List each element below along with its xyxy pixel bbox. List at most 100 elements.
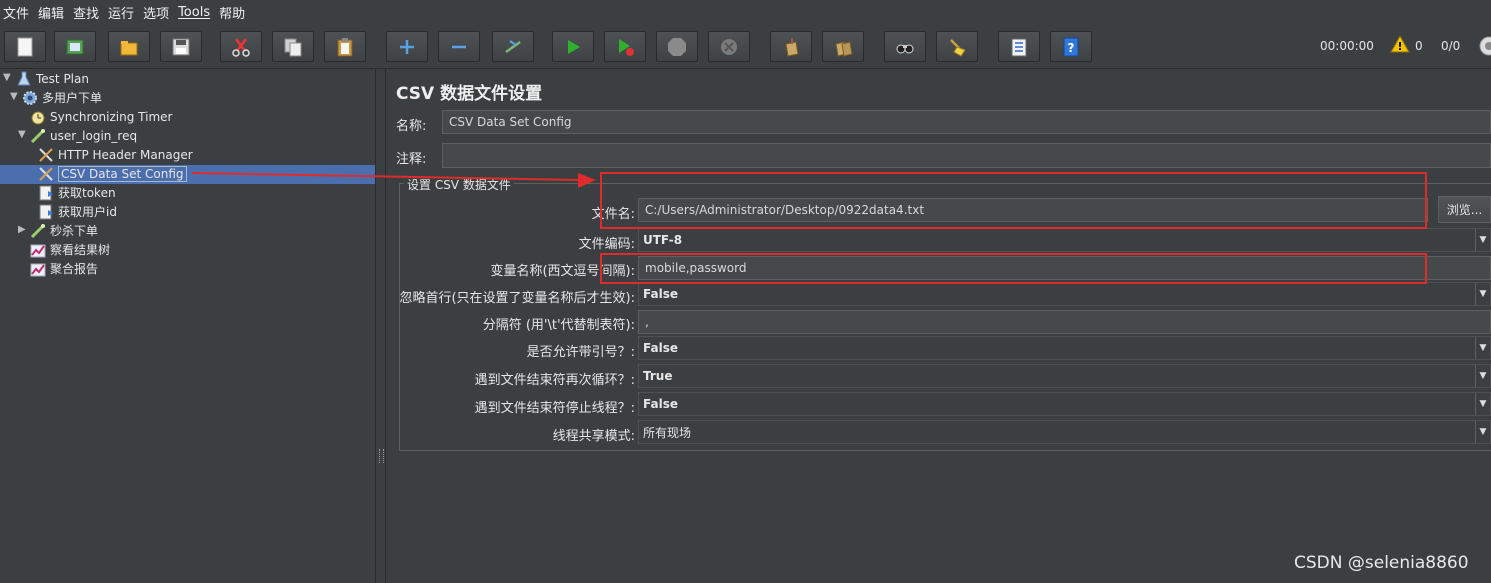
tree-node-http-header-manager[interactable]: HTTP Header Manager xyxy=(38,145,193,164)
cut-button[interactable] xyxy=(220,31,262,62)
warning-icon[interactable]: ! xyxy=(1390,34,1410,56)
sharing-mode-value: 所有现场 xyxy=(643,425,692,440)
chevron-down-icon[interactable]: ▼ xyxy=(1475,337,1490,359)
expand-icon xyxy=(400,39,414,54)
tree-expander[interactable]: ▼ xyxy=(3,72,11,83)
browse-button[interactable]: 浏览... xyxy=(1438,196,1491,223)
stop-button[interactable] xyxy=(656,31,698,62)
start-no-pause-icon xyxy=(619,38,634,56)
clear-all-button[interactable] xyxy=(822,31,864,62)
tree-node-user-login-req[interactable]: user_login_req xyxy=(30,126,137,145)
ignore-first-line-select[interactable]: False ▼ xyxy=(638,282,1491,306)
tree-node-synchronizing-timer[interactable]: Synchronizing Timer xyxy=(30,107,172,126)
clear-button[interactable] xyxy=(770,31,812,62)
tree-node-seckill-order[interactable]: 秒杀下单 xyxy=(30,221,98,240)
allow-quoted-select[interactable]: False ▼ xyxy=(638,336,1491,360)
tree-node-aggregate-report[interactable]: 聚合报告 xyxy=(30,259,98,278)
toolbar: ? 00:00:00 ! 0 0/0 xyxy=(0,24,1491,69)
menu-edit[interactable]: 编辑 xyxy=(35,3,70,22)
chevron-down-icon[interactable]: ▼ xyxy=(1475,393,1490,415)
name-field[interactable]: CSV Data Set Config xyxy=(442,110,1491,134)
delimiter-field[interactable]: , xyxy=(638,310,1491,334)
stop-thread-eof-select[interactable]: False ▼ xyxy=(638,392,1491,416)
toggle-icon xyxy=(505,39,521,53)
ignore-first-line-label: 忽略首行(只在设置了变量名称后才生效): xyxy=(399,291,635,306)
chevron-down-icon[interactable]: ▼ xyxy=(1475,283,1490,305)
tree-expander[interactable]: ▼ xyxy=(10,91,18,102)
sharing-mode-select[interactable]: 所有现场 ▼ xyxy=(638,420,1491,444)
save-button[interactable] xyxy=(160,31,202,62)
timer-icon xyxy=(30,109,46,125)
tree-node-thread-group[interactable]: 多用户下单 xyxy=(22,88,102,107)
tree-node-test-plan[interactable]: Test Plan xyxy=(16,69,89,88)
tree-node-label: 多用户下单 xyxy=(42,91,103,105)
stop-thread-eof-label: 遇到文件结束符停止线程？: xyxy=(474,401,635,416)
sampler-icon xyxy=(30,128,46,144)
shutdown-button[interactable] xyxy=(708,31,750,62)
tree-expander[interactable]: ▶ xyxy=(18,224,26,235)
stop-thread-eof-value: False xyxy=(643,397,678,411)
collapse-icon xyxy=(452,45,466,48)
copy-button[interactable] xyxy=(272,31,314,62)
templates-button[interactable] xyxy=(54,31,96,62)
open-button[interactable] xyxy=(108,31,150,62)
recycle-eof-label: 遇到文件结束符再次循环？: xyxy=(474,373,635,388)
allow-quoted-label: 是否允许带引号？: xyxy=(526,345,635,360)
ignore-first-line-value: False xyxy=(643,287,678,301)
recycle-eof-select[interactable]: True ▼ xyxy=(638,364,1491,388)
chevron-down-icon[interactable]: ▼ xyxy=(1475,229,1490,251)
group-title: 设置 CSV 数据文件 xyxy=(404,176,514,193)
menu-run[interactable]: 运行 xyxy=(105,3,140,22)
tree-node-get-token[interactable]: 获取token xyxy=(38,183,116,202)
panel-title: CSV 数据文件设置 xyxy=(396,84,543,104)
tree-node-label: 获取token xyxy=(58,186,116,200)
open-icon xyxy=(120,40,138,55)
tree-node-csv-data-set-config[interactable]: CSV Data Set Config xyxy=(38,164,187,183)
menu-options[interactable]: 选项 xyxy=(140,3,175,22)
test-plan-tree: ▼ Test Plan ▼ 多用户下单 Synchronizing Timer … xyxy=(0,69,376,583)
comment-field[interactable] xyxy=(442,143,1491,168)
collapse-all-button[interactable] xyxy=(438,31,480,62)
remote-icon[interactable] xyxy=(1478,36,1491,59)
menu-search[interactable]: 查找 xyxy=(70,3,105,22)
config-tools-icon xyxy=(38,147,54,163)
name-label: 名称: xyxy=(396,119,427,134)
expand-all-button[interactable] xyxy=(386,31,428,62)
tree-node-get-user-id[interactable]: 获取用户id xyxy=(38,202,117,221)
shutdown-icon xyxy=(721,38,737,55)
menu-file[interactable]: 文件 xyxy=(0,3,35,22)
function-helper-icon xyxy=(1011,38,1027,56)
delimiter-label: 分隔符 (用'\t'代替制表符): xyxy=(482,318,635,333)
chevron-down-icon[interactable]: ▼ xyxy=(1475,421,1490,443)
search-button[interactable] xyxy=(884,31,926,62)
toggle-button[interactable] xyxy=(492,31,534,62)
tree-node-view-results-tree[interactable]: 察看结果树 xyxy=(30,240,110,259)
reset-search-button[interactable] xyxy=(936,31,978,62)
chevron-down-icon[interactable]: ▼ xyxy=(1475,365,1490,387)
help-button[interactable]: ? xyxy=(1050,31,1092,62)
splitter-grip[interactable] xyxy=(379,449,384,463)
tree-expander[interactable]: ▼ xyxy=(18,129,26,140)
menu-bar: 文件 编辑 查找 运行 选项 Tools 帮助 xyxy=(0,0,1491,24)
copy-icon xyxy=(284,38,302,56)
function-helper-button[interactable] xyxy=(998,31,1040,62)
post-processor-icon xyxy=(38,204,54,220)
templates-icon xyxy=(66,39,84,54)
pane-splitter[interactable] xyxy=(376,69,386,583)
svg-text:!: ! xyxy=(1397,40,1402,53)
encoding-select[interactable]: UTF-8 ▼ xyxy=(638,228,1491,252)
listener-chart-icon xyxy=(30,242,46,258)
post-processor-icon xyxy=(38,185,54,201)
new-button[interactable] xyxy=(4,31,46,62)
gear-icon xyxy=(22,90,38,106)
annotation-box-variables xyxy=(600,253,1427,284)
tree-node-label: 聚合报告 xyxy=(50,262,99,276)
start-no-pauses-button[interactable] xyxy=(604,31,646,62)
save-icon xyxy=(172,38,190,55)
paste-button[interactable] xyxy=(324,31,366,62)
menu-tools[interactable]: Tools xyxy=(175,5,216,20)
menu-help[interactable]: 帮助 xyxy=(216,3,251,22)
tree-node-label: 秒杀下单 xyxy=(50,224,99,238)
start-button[interactable] xyxy=(552,31,594,62)
flask-icon xyxy=(16,71,32,87)
